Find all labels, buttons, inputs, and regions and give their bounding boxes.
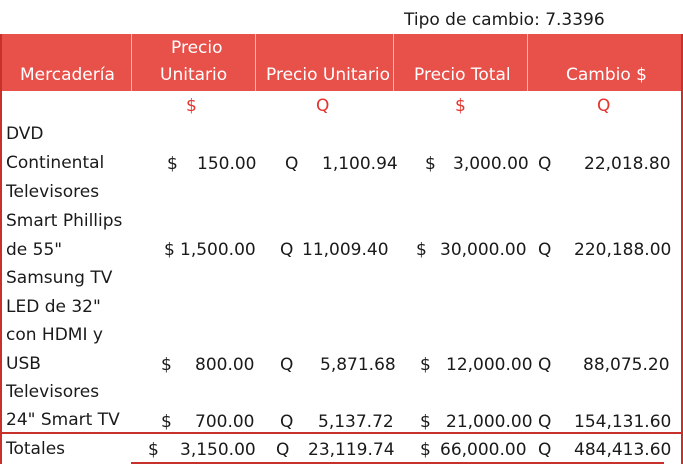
total-usd-value: 3,000.00 <box>453 154 529 174</box>
totals-total-q-value: 484,413.60 <box>574 440 672 460</box>
item-name-line: Televisores <box>6 182 100 202</box>
total-q-value: 220,188.00 <box>574 240 672 260</box>
totals-top-border <box>0 432 683 434</box>
total-usd-value: 30,000.00 <box>440 240 527 260</box>
currency-symbol: $ <box>455 96 466 116</box>
totals-unit-q-symbol: Q <box>276 440 290 460</box>
total-usd-value: 12,000.00 <box>446 355 533 375</box>
header-divider <box>527 34 528 91</box>
header-precio-unitario-usd-line1: Precio <box>171 38 223 58</box>
header-cambio: Cambio $ <box>566 65 647 85</box>
total-q-value: 154,131.60 <box>574 412 672 432</box>
unit-q-symbol: Q <box>285 154 299 174</box>
unit-usd-symbol: $ <box>167 154 178 174</box>
total-usd-symbol: $ <box>420 412 431 432</box>
header-precio-total: Precio Total <box>414 65 511 85</box>
totals-label: Totales <box>6 439 66 459</box>
currency-symbol: $ <box>186 96 197 116</box>
header-mercaderia: Mercadería <box>20 65 115 85</box>
unit-q-value: 1,100.94 <box>322 154 398 174</box>
total-q-symbol: Q <box>538 412 552 432</box>
header-divider <box>393 34 394 91</box>
header-precio-unitario-q: Precio Unitario <box>266 65 391 85</box>
total-q-symbol: Q <box>538 240 552 260</box>
total-usd-symbol: $ <box>425 154 436 174</box>
unit-q-value: 5,137.72 <box>318 412 394 432</box>
totals-bottom-border <box>131 462 664 464</box>
item-name-line: de 55" <box>6 240 63 260</box>
item-name-line: Continental <box>6 153 105 173</box>
currency-symbol: Q <box>316 96 330 116</box>
item-name-line: DVD <box>6 124 44 144</box>
total-usd-symbol: $ <box>416 240 427 260</box>
item-name-line: con HDMI y <box>6 325 103 345</box>
header-divider <box>131 34 132 91</box>
totals-total-usd-value: 66,000.00 <box>440 440 527 460</box>
total-q-symbol: Q <box>538 355 552 375</box>
unit-usd-value: 800.00 <box>195 355 255 375</box>
header-divider <box>255 34 256 91</box>
totals-total-usd-symbol: $ <box>420 440 431 460</box>
totals-total-q-symbol: Q <box>538 440 552 460</box>
item-name-line: 24" Smart TV <box>6 410 120 430</box>
unit-usd-symbol: $ <box>164 240 175 260</box>
item-name-line: Samsung TV <box>6 268 113 288</box>
total-q-value: 88,075.20 <box>583 355 670 375</box>
unit-usd-symbol: $ <box>161 412 172 432</box>
unit-q-symbol: Q <box>280 412 294 432</box>
item-name-line: Smart Phillips <box>6 211 123 231</box>
exchange-rate-label: Tipo de cambio: 7.3396 <box>404 10 605 30</box>
unit-usd-value: 700.00 <box>195 412 255 432</box>
unit-usd-value: 1,500.00 <box>180 240 256 260</box>
unit-usd-symbol: $ <box>161 355 172 375</box>
total-q-symbol: Q <box>538 154 552 174</box>
totals-unit-q-value: 23,119.74 <box>308 440 395 460</box>
unit-q-symbol: Q <box>280 240 294 260</box>
totals-unit-usd-value: 3,150.00 <box>180 440 256 460</box>
item-name-line: LED de 32" <box>6 297 101 317</box>
unit-q-value: 11,009.40 <box>302 240 389 260</box>
unit-usd-value: 150.00 <box>197 154 257 174</box>
unit-q-value: 5,871.68 <box>320 355 396 375</box>
total-usd-value: 21,000.00 <box>446 412 533 432</box>
table-left-border <box>0 34 2 464</box>
unit-q-symbol: Q <box>280 355 294 375</box>
totals-unit-usd-symbol: $ <box>148 440 159 460</box>
total-usd-symbol: $ <box>420 355 431 375</box>
header-precio-unitario-usd-line2: Unitario <box>160 65 228 85</box>
currency-symbol: Q <box>597 96 611 116</box>
total-q-value: 22,018.80 <box>584 154 671 174</box>
item-name-line: Televisores <box>6 382 100 402</box>
item-name-line: USB <box>6 354 41 374</box>
